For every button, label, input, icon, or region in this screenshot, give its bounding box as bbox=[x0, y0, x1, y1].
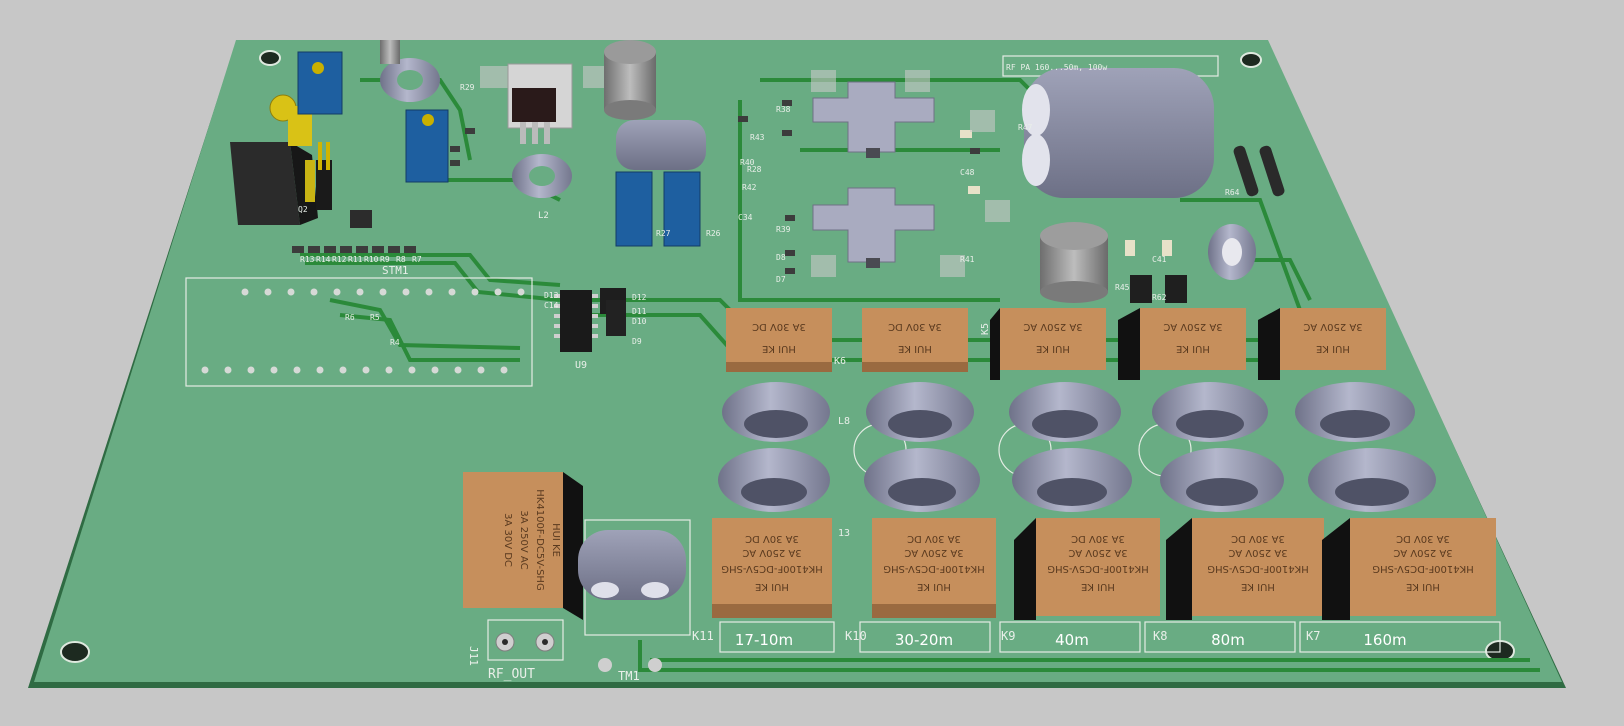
relay-k9-ac: 3A 250V AC bbox=[1068, 547, 1127, 558]
relay-k11-model: HK4100F-DC5V-SHG bbox=[721, 563, 822, 574]
relay-top-1-rating: 3A 30V DC bbox=[752, 321, 806, 332]
relay-k7-brand: HUI KE bbox=[1406, 581, 1440, 592]
part-ref-r29: R29 bbox=[460, 83, 475, 92]
inductor-ref-13: 13 bbox=[838, 528, 850, 539]
relay-k9-model: HK4100F-DC5V-SHG bbox=[1047, 563, 1148, 574]
part-ref-r26: R26 bbox=[706, 229, 721, 238]
relay-output-ac: 3A 250V AC bbox=[518, 510, 529, 569]
part-ref-r4: R4 bbox=[390, 338, 400, 347]
part-ref-r6: R6 bbox=[345, 313, 355, 322]
relay-k8-ac: 3A 250V AC bbox=[1228, 547, 1287, 558]
part-ref-r28: R28 bbox=[747, 165, 762, 174]
part-ref-r39: R39 bbox=[776, 225, 791, 234]
relay-k9-dc: 3A 30V DC bbox=[1071, 533, 1125, 544]
part-ref-r47: R47 bbox=[1018, 123, 1033, 132]
part-ref-r5: R5 bbox=[370, 313, 380, 322]
part-ref-d11: D11 bbox=[632, 307, 647, 316]
mcu-label: STM1 bbox=[382, 264, 409, 277]
ic-ref: U9 bbox=[575, 360, 587, 371]
relay-ref-k10: K10 bbox=[845, 629, 867, 643]
part-ref-d10: D10 bbox=[632, 317, 647, 326]
relay-k11-brand: HUI KE bbox=[755, 581, 789, 592]
part-ref-r38: R38 bbox=[776, 105, 791, 114]
relay-top-5-rating: 3A 250V AC bbox=[1303, 321, 1362, 332]
part-ref-r12: R12 bbox=[332, 255, 347, 264]
relay-k8-brand: HUI KE bbox=[1241, 581, 1275, 592]
relay-top-3-rating: 3A 250V AC bbox=[1023, 321, 1082, 332]
relay-ref-k11: K11 bbox=[692, 629, 714, 643]
relay-k7-dc: 3A 30V DC bbox=[1396, 533, 1450, 544]
relay-top-3-brand: HUI KE bbox=[1036, 343, 1070, 354]
transformer-ref: TM1 bbox=[618, 669, 640, 683]
part-ref-c41: C41 bbox=[1152, 255, 1167, 264]
inductor-ref-l8: L8 bbox=[838, 416, 850, 427]
part-ref-r27: R27 bbox=[656, 229, 671, 238]
connector-ref: J11 bbox=[467, 646, 480, 666]
part-ref-r9: R9 bbox=[380, 255, 390, 264]
part-ref-r8: R8 bbox=[396, 255, 406, 264]
part-ref-r14: R14 bbox=[316, 255, 331, 264]
band-label-40m: 40m bbox=[1055, 631, 1089, 649]
relay-k10-ac: 3A 250V AC bbox=[904, 547, 963, 558]
relay-k11-ac: 3A 250V AC bbox=[742, 547, 801, 558]
part-ref-r41: R41 bbox=[960, 255, 975, 264]
relay-top-1-brand: HUI KE bbox=[762, 343, 796, 354]
part-ref-d13: D13 bbox=[544, 291, 559, 300]
inductor-ref-l2: L2 bbox=[538, 211, 549, 221]
part-ref-r42: R42 bbox=[742, 183, 757, 192]
part-ref-c34: C34 bbox=[738, 213, 753, 222]
band-label-80m: 80m bbox=[1211, 631, 1245, 649]
band-label-160m: 160m bbox=[1363, 631, 1406, 649]
part-ref-r64: R64 bbox=[1225, 188, 1240, 197]
relay-ref-k7: K7 bbox=[1306, 629, 1320, 643]
part-ref-d9: D9 bbox=[632, 337, 642, 346]
relay-ref-k8: K8 bbox=[1153, 629, 1167, 643]
relay-k8-model: HK4100F-DC5V-SHG bbox=[1207, 563, 1308, 574]
relay-top-2-rating: 3A 30V DC bbox=[888, 321, 942, 332]
relay-k8-dc: 3A 30V DC bbox=[1231, 533, 1285, 544]
part-ref-r62: R62 bbox=[1152, 293, 1167, 302]
connector-label: RF_OUT bbox=[488, 667, 535, 682]
relay-output-dc: 3A 30V DC bbox=[502, 513, 513, 567]
relay-top-4-brand: HUI KE bbox=[1176, 343, 1210, 354]
band-label-17-10m: 17-10m bbox=[735, 631, 793, 649]
relay-k10-model: HK4100F-DC5V-SHG bbox=[883, 563, 984, 574]
relay-k10-dc: 3A 30V DC bbox=[907, 533, 961, 544]
relay-top-2-brand: HUI KE bbox=[898, 343, 932, 354]
part-ref-q2: Q2 bbox=[298, 205, 308, 214]
relay-k10-brand: HUI KE bbox=[917, 581, 951, 592]
relay-top-4-rating: 3A 250V AC bbox=[1163, 321, 1222, 332]
part-ref-d8: D8 bbox=[776, 253, 786, 262]
relay-k7-model: HK4100F-DC5V-SHG bbox=[1372, 563, 1473, 574]
relay-k11-dc: 3A 30V DC bbox=[745, 533, 799, 544]
part-ref-c48: C48 bbox=[960, 168, 975, 177]
binocular-transformer-large bbox=[1022, 68, 1214, 198]
part-ref-r7: R7 bbox=[412, 255, 422, 264]
part-ref-d12: D12 bbox=[632, 293, 647, 302]
relay-ref-k9: K9 bbox=[1001, 629, 1015, 643]
part-ref-c14: C14 bbox=[544, 301, 559, 310]
relay-output-model: HK4100F-DC5V-SHG bbox=[534, 489, 545, 590]
part-ref-r43: R43 bbox=[750, 133, 765, 142]
part-ref-r10: R10 bbox=[364, 255, 379, 264]
part-ref-r13: R13 bbox=[300, 255, 315, 264]
part-ref-r45: R45 bbox=[1115, 283, 1130, 292]
relay-ref-k5: K5 bbox=[980, 323, 991, 335]
transformer-tm1 bbox=[578, 530, 686, 600]
part-ref-d7: D7 bbox=[776, 275, 786, 284]
relay-k7-ac: 3A 250V AC bbox=[1393, 547, 1452, 558]
board-title-silk: RF PA 160...50m, 100w bbox=[1006, 63, 1107, 72]
output-transformer-small bbox=[616, 120, 706, 170]
relay-output-brand: HUI KE bbox=[550, 523, 561, 557]
relay-k9-brand: HUI KE bbox=[1081, 581, 1115, 592]
band-label-30-20m: 30-20m bbox=[895, 631, 953, 649]
relay-ref-k6: K6 bbox=[834, 356, 846, 367]
relay-output: HUI KE HK4100F-DC5V-SHG 3A 250V AC 3A 30… bbox=[463, 472, 583, 620]
relay-top-5-brand: HUI KE bbox=[1316, 343, 1350, 354]
pcb-3d-render: 3A 30V DC HUI KE 3A 30V DC HUI KE 3A 250… bbox=[28, 40, 1566, 688]
part-ref-r11: R11 bbox=[348, 255, 363, 264]
